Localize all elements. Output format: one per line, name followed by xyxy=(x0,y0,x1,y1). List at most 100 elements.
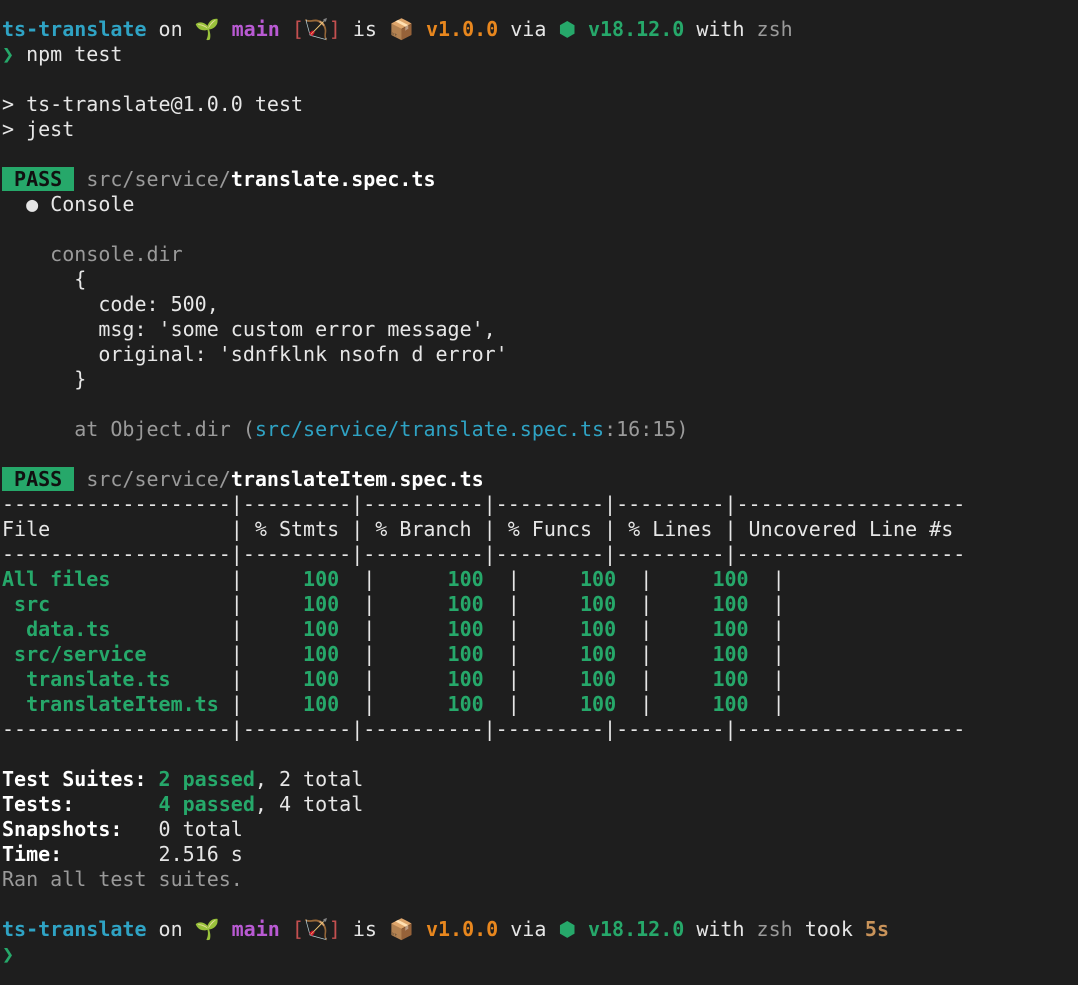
summary-label: Time: xyxy=(2,842,159,866)
bow-arrow-icon: 🏹 xyxy=(303,917,329,941)
coverage-stmts: 100 xyxy=(254,617,352,641)
coverage-stmts: 100 xyxy=(254,642,352,666)
coverage-file: All files xyxy=(2,567,219,591)
prompt-via-text: via xyxy=(498,917,559,941)
test-suite-result: PASS src/service/translateItem.spec.ts xyxy=(2,467,1076,492)
sprout-icon: 🌱 xyxy=(194,917,220,941)
stack-trace-prefix: at Object.dir ( xyxy=(74,417,255,441)
prompt-is-text: is xyxy=(340,17,390,41)
coverage-lines: 100 xyxy=(664,667,761,691)
prompt-duration: 5s xyxy=(864,917,889,941)
test-suite-result: PASS src/service/translate.spec.ts xyxy=(2,167,1076,192)
pass-badge: PASS xyxy=(2,467,75,491)
prompt-on-text: on xyxy=(146,917,195,941)
coverage-pipe: | xyxy=(760,692,797,716)
bow-arrow-icon: 🏹 xyxy=(303,17,329,41)
prompt-shell: zsh xyxy=(756,17,793,41)
summary-snapshots: Snapshots: 0 total xyxy=(2,817,1076,842)
coverage-pipe: | xyxy=(495,592,532,616)
terminal-output[interactable]: ts-translate on 🌱 main [🏹] is 📦 v1.0.0 v… xyxy=(2,17,1076,967)
coverage-pipe: | xyxy=(760,567,797,591)
command-line: ❯ npm test xyxy=(2,42,1076,67)
coverage-pipe: | xyxy=(760,592,797,616)
coverage-separator: -------------------|---------|----------… xyxy=(2,542,966,566)
coverage-lines: 100 xyxy=(664,617,761,641)
summary-label: Snapshots: xyxy=(2,817,159,841)
coverage-pipe: | xyxy=(628,592,665,616)
suite-path-file: translate.spec.ts xyxy=(230,167,436,191)
coverage-branch: 100 xyxy=(387,592,496,616)
coverage-pipe: | xyxy=(218,692,255,716)
prompt-node-version: v18.12.0 xyxy=(587,17,685,41)
stack-trace-file-link[interactable]: src/service/translate.spec.ts xyxy=(255,417,604,441)
coverage-funcs: 100 xyxy=(531,567,629,591)
coverage-pipe: | xyxy=(351,592,388,616)
console-object-text: original: 'sdnfklnk nsofn d error' xyxy=(74,342,508,366)
pass-badge-label: PASS xyxy=(14,467,63,491)
stack-trace-suffix: :16:15) xyxy=(604,417,689,441)
prompt-package-version: v1.0.0 xyxy=(425,917,499,941)
prompt-git-branch: main xyxy=(231,917,280,941)
prompt-with-text: with xyxy=(684,917,757,941)
prompt-is-text: is xyxy=(340,917,390,941)
coverage-lines: 100 xyxy=(664,642,761,666)
summary-passed: 4 passed xyxy=(158,792,255,816)
console-object-line: { xyxy=(2,267,1076,292)
console-heading: ● Console xyxy=(2,192,1076,217)
coverage-rows: All files | 100 | 100 | 100 | 100 | src … xyxy=(2,567,1076,717)
console-object-text: { xyxy=(74,267,87,291)
prompt-git-status-close: ] xyxy=(328,917,341,941)
coverage-pipe: | xyxy=(495,667,532,691)
package-icon: 📦 xyxy=(389,917,414,941)
coverage-branch: 100 xyxy=(387,642,496,666)
coverage-row: translate.ts | 100 | 100 | 100 | 100 | xyxy=(2,667,1076,692)
nodejs-icon: ⬢ xyxy=(558,917,576,941)
coverage-separator: -------------------|---------|----------… xyxy=(2,717,966,741)
coverage-pipe: | xyxy=(628,642,665,666)
coverage-pipe: | xyxy=(628,667,665,691)
coverage-lines: 100 xyxy=(664,592,761,616)
prompt-git-status-open: [ xyxy=(291,917,304,941)
summary-tests: Tests: 4 passed, 4 total xyxy=(2,792,1076,817)
summary-passed: 2 passed xyxy=(158,767,255,791)
prompt-git-status-open: [ xyxy=(291,17,304,41)
prompt-caret-icon: ❯ xyxy=(2,942,15,966)
summary-time: Time: 2.516 s xyxy=(2,842,1076,867)
suite-path-dir: src/service/ xyxy=(86,467,231,491)
coverage-pipe: | xyxy=(628,567,665,591)
prompt-git-status-close: ] xyxy=(328,17,341,41)
coverage-pipe: | xyxy=(218,667,255,691)
suite-path-file: translateItem.spec.ts xyxy=(230,467,484,491)
prompt-directory: ts-translate xyxy=(2,17,147,41)
coverage-funcs: 100 xyxy=(531,642,629,666)
console-object-line: original: 'sdnfklnk nsofn d error' xyxy=(2,342,1076,367)
prompt-on-text: on xyxy=(146,17,195,41)
coverage-pipe: | xyxy=(351,617,388,641)
coverage-pipe: | xyxy=(628,692,665,716)
coverage-lines: 100 xyxy=(664,692,761,716)
summary-test-suites: Test Suites: 2 passed, 2 total xyxy=(2,767,1076,792)
coverage-file: translateItem.ts xyxy=(2,692,219,716)
console-object-line: code: 500, xyxy=(2,292,1076,317)
console-method-text: console.dir xyxy=(50,242,183,266)
console-object-text: msg: 'some custom error message', xyxy=(74,317,496,341)
coverage-pipe: | xyxy=(760,667,797,691)
nodejs-icon: ⬢ xyxy=(558,17,576,41)
coverage-header: File | % Stmts | % Branch | % Funcs | % … xyxy=(2,517,966,541)
suite-path-dir: src/service/ xyxy=(86,167,231,191)
console-object-line: msg: 'some custom error message', xyxy=(2,317,1076,342)
prompt-took-text: took xyxy=(792,917,865,941)
input-line[interactable]: ❯ xyxy=(2,942,1076,967)
prompt-line: ts-translate on 🌱 main [🏹] is 📦 v1.0.0 v… xyxy=(2,17,1076,42)
coverage-pipe: | xyxy=(760,642,797,666)
coverage-pipe: | xyxy=(495,642,532,666)
summary-ran-all: Ran all test suites. xyxy=(2,867,243,891)
prompt-directory: ts-translate xyxy=(2,917,147,941)
coverage-pipe: | xyxy=(495,567,532,591)
coverage-pipe: | xyxy=(218,617,255,641)
coverage-stmts: 100 xyxy=(254,667,352,691)
prompt-caret-icon: ❯ xyxy=(2,42,15,66)
